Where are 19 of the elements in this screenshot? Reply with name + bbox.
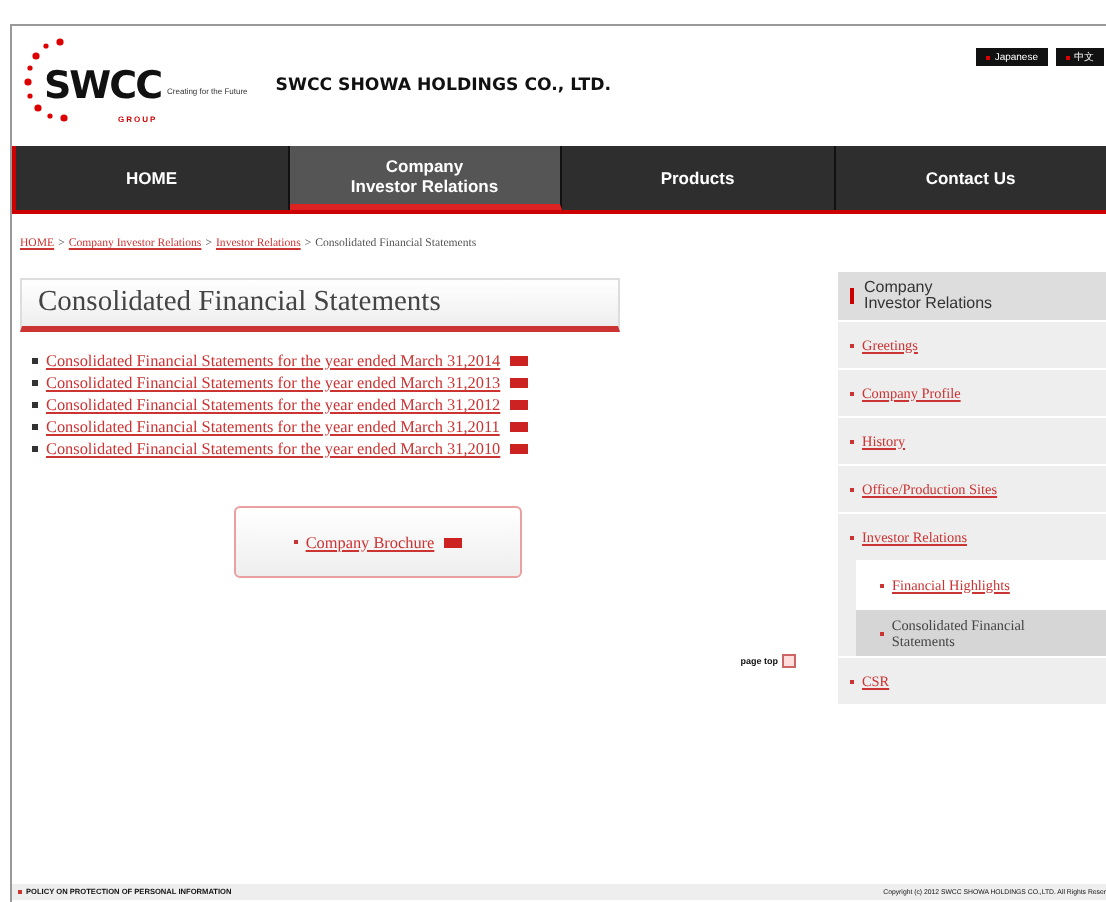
- document-link[interactable]: Consolidated Financial Statements for the year ended March 31,2010: [46, 440, 501, 458]
- brochure-link[interactable]: Company Brochure: [305, 533, 435, 551]
- document-link[interactable]: Consolidated Financial Statements for the year ended March 31,2013: [46, 374, 501, 392]
- sidebar-title: Company Investor Relations: [864, 280, 993, 312]
- nav-tab[interactable]: Company Investor Relations: [289, 146, 562, 210]
- nav-tab[interactable]: Contact Us: [835, 146, 1106, 210]
- bullet-icon: [32, 380, 38, 386]
- nav-tab[interactable]: HOME: [16, 146, 289, 210]
- document-link[interactable]: Consolidated Financial Statements for the year ended March 31,2011: [46, 418, 500, 436]
- page-title: Consolidated Financial Statements: [20, 278, 620, 332]
- logo-text: SWCC: [44, 64, 162, 108]
- document-link[interactable]: Consolidated Financial Statements for the year ended March 31,2014: [46, 352, 501, 370]
- bullet-icon: [32, 402, 38, 408]
- nav-tab[interactable]: Products: [562, 146, 835, 210]
- bullet-icon: [32, 424, 38, 430]
- bullet-icon: [32, 358, 38, 364]
- bullet-icon: [32, 446, 38, 452]
- document-link[interactable]: Consolidated Financial Statements for the year ended March 31,2012: [46, 396, 501, 414]
- company-name: SWCC SHOWA HOLDINGS CO., LTD.: [275, 76, 611, 96]
